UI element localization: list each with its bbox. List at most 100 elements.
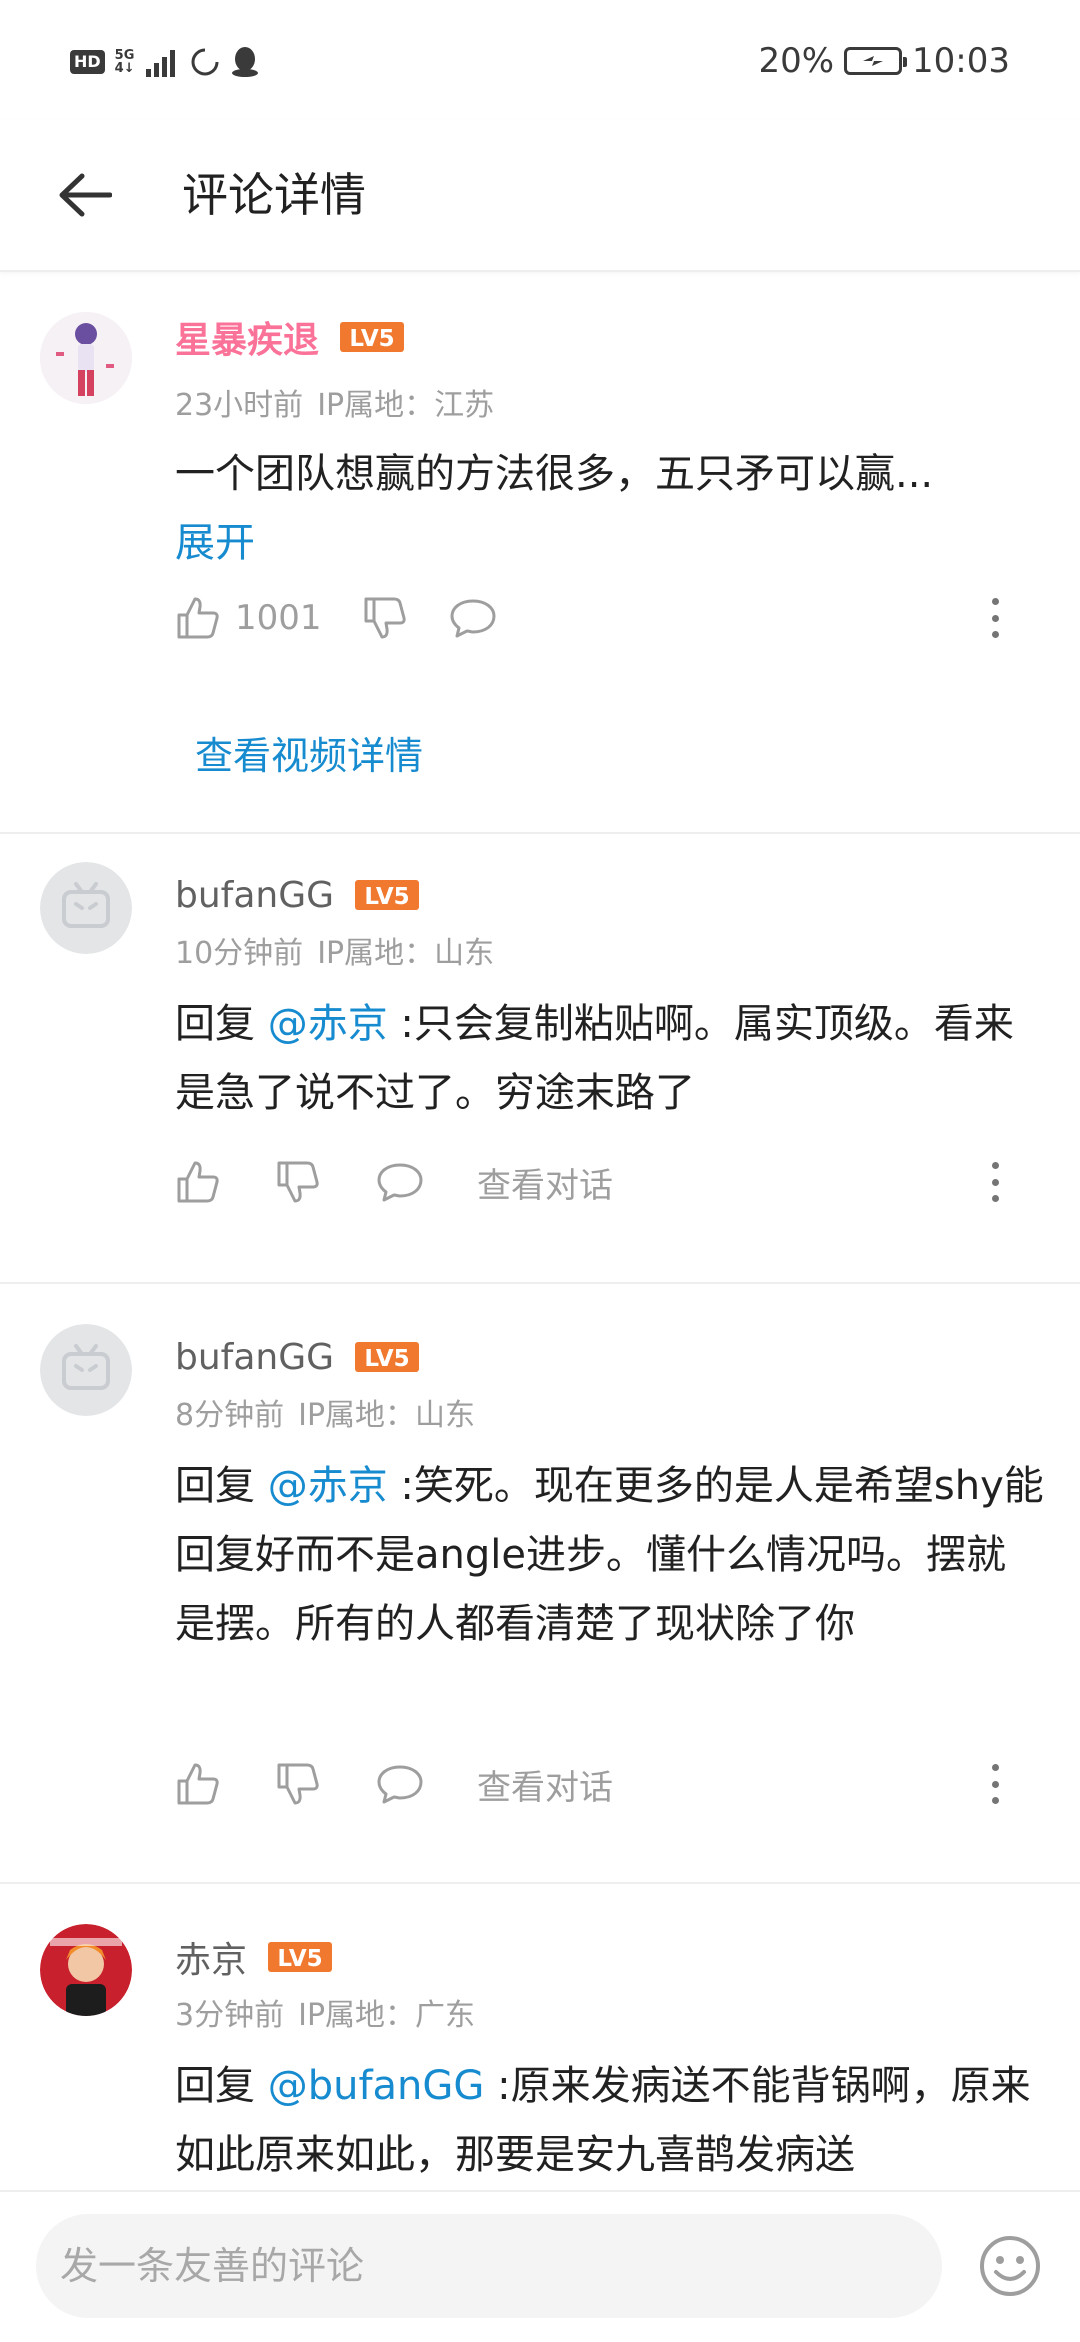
battery-percent: 20%: [758, 41, 835, 81]
page-title: 评论详情: [182, 168, 366, 222]
comment-text: 一个团队想赢的方法很多，五只矛可以赢...: [175, 451, 934, 497]
thumb-up-icon: [177, 597, 219, 639]
reply-button[interactable]: [448, 595, 498, 641]
reply-comment: bufanGG LV5 8分钟前 IP属地：山东 回复 @赤京 :笑死。现在更多…: [0, 1324, 1080, 1864]
username[interactable]: bufanGG: [175, 1337, 334, 1378]
mention-link[interactable]: @赤京: [268, 1463, 388, 1509]
username-row: bufanGG LV5: [175, 1332, 420, 1382]
comment-time: 10分钟前: [175, 936, 304, 971]
reply-button[interactable]: [375, 1761, 425, 1807]
qq-icon: [231, 47, 258, 77]
emoji-icon[interactable]: [978, 2234, 1042, 2298]
dislike-button[interactable]: [275, 1761, 321, 1807]
ip-location: IP属地：山东: [298, 1398, 476, 1433]
dislike-button[interactable]: [362, 595, 408, 641]
reply-comment: 赤京 LV5 3分钟前 IP属地：广东 回复 @bufanGG :原来发病送不能…: [0, 1924, 1080, 2190]
back-button[interactable]: [50, 160, 120, 230]
comment-meta: 3分钟前 IP属地：广东: [175, 1990, 475, 2034]
status-icons-left: HD 5G 4↓: [70, 42, 259, 82]
reply-bubble-icon: [450, 599, 496, 638]
username[interactable]: 赤京: [175, 1931, 247, 1983]
reply-button[interactable]: [375, 1159, 425, 1205]
comment-meta: 23小时前 IP属地：江苏: [175, 380, 494, 424]
divider: [0, 1282, 1080, 1284]
comment-time: 8分钟前: [175, 1398, 285, 1433]
thumb-up-icon: [177, 1763, 219, 1805]
ip-location: IP属地：江苏: [317, 388, 495, 423]
comment-time: 23小时前: [175, 388, 304, 423]
thumb-down-icon: [277, 1763, 319, 1805]
main-comment: 星暴疾退 LV5 23小时前 IP属地：江苏 一个团队想赢的方法很多，五只矛可以…: [0, 300, 1080, 820]
like-button[interactable]: 1001: [175, 595, 322, 641]
comment-input[interactable]: [36, 2214, 942, 2318]
level-badge-icon: LV5: [268, 1942, 333, 1972]
thumb-down-icon: [364, 597, 406, 639]
status-icons-right: 20% 10:03: [758, 38, 1010, 84]
more-vertical-icon[interactable]: [985, 1162, 1005, 1202]
divider: [0, 832, 1080, 834]
view-conversation-link[interactable]: 查看对话: [477, 1158, 613, 1207]
level-badge-label: LV5: [277, 1946, 322, 1972]
reply-prefix: 回复: [175, 2063, 268, 2109]
comment-actions: 查看对话: [175, 1152, 1005, 1212]
comment-content: 回复 @赤京 :只会复制粘贴啊。属实顶级。看来是急了说不过了。穷途末路了: [175, 990, 1045, 1128]
comment-actions: 查看对话: [175, 1754, 1005, 1814]
username-row: 赤京 LV5: [175, 1932, 333, 1982]
thumb-down-icon: [277, 1161, 319, 1203]
default-avatar-icon: [40, 1324, 132, 1416]
clock: 10:03: [912, 41, 1010, 81]
mention-link[interactable]: @赤京: [268, 1001, 388, 1047]
network-data-label: 4↓: [114, 61, 135, 76]
username-row: 星暴疾退 LV5: [175, 312, 405, 362]
avatar[interactable]: [40, 1324, 132, 1416]
level-badge-label: LV5: [364, 1346, 409, 1372]
comment-meta: 10分钟前 IP属地：山东: [175, 928, 494, 972]
avatar-image: [40, 312, 132, 404]
back-arrow-icon: [59, 173, 112, 217]
username[interactable]: 星暴疾退: [175, 311, 319, 363]
avatar[interactable]: [40, 1924, 132, 2016]
like-button[interactable]: [175, 1761, 221, 1807]
dislike-button[interactable]: [275, 1159, 321, 1205]
thumb-up-icon: [177, 1161, 219, 1203]
like-count: 1001: [235, 598, 322, 638]
like-button[interactable]: [175, 1159, 221, 1205]
comment-meta: 8分钟前 IP属地：山东: [175, 1390, 475, 1434]
divider: [0, 1882, 1080, 1884]
comment-content: 一个团队想赢的方法很多，五只矛可以赢... 展开: [175, 440, 1045, 578]
status-bar: HD 5G 4↓ 20% 10:03: [0, 0, 1080, 120]
mention-link[interactable]: @bufanGG: [268, 2063, 485, 2109]
comment-content: 回复 @bufanGG :原来发病送不能背锅啊，原来如此原来如此，那要是安九喜鹊…: [175, 2052, 1045, 2190]
page-header: 评论详情: [0, 120, 1080, 272]
username[interactable]: bufanGG: [175, 875, 334, 916]
more-vertical-icon[interactable]: [985, 1764, 1005, 1804]
signal-icon: [145, 50, 175, 77]
comment-content: 回复 @赤京 :笑死。现在更多的是人是希望shy能回复好而不是angle进步。懂…: [175, 1452, 1045, 1659]
reply-bubble-icon: [377, 1163, 423, 1202]
level-badge-icon: LV5: [340, 322, 405, 352]
hd-icon: HD: [70, 50, 105, 74]
reply-bubble-icon: [377, 1765, 423, 1804]
comment-time: 3分钟前: [175, 1998, 285, 2033]
avatar[interactable]: [40, 862, 132, 954]
level-badge-label: LV5: [364, 884, 409, 910]
sync-icon: [191, 48, 219, 76]
view-conversation-link[interactable]: 查看对话: [477, 1760, 613, 1809]
battery-charging-icon: [844, 47, 908, 75]
default-avatar-icon: [40, 862, 132, 954]
reply-prefix: 回复: [175, 1463, 268, 1509]
comment-compose-bar: [0, 2190, 1080, 2342]
more-vertical-icon[interactable]: [985, 598, 1005, 638]
username-row: bufanGG LV5: [175, 870, 420, 920]
ip-location: IP属地：山东: [317, 936, 495, 971]
level-badge-icon: LV5: [355, 1342, 420, 1372]
view-video-link[interactable]: 查看视频详情: [195, 725, 423, 780]
avatar[interactable]: [40, 312, 132, 404]
network-type-icon: 5G 4↓: [115, 49, 135, 75]
level-badge-label: LV5: [349, 326, 394, 352]
level-badge-icon: LV5: [355, 880, 420, 910]
ip-location: IP属地：广东: [298, 1998, 476, 2033]
comment-actions: 1001: [175, 588, 1005, 648]
expand-link[interactable]: 展开: [175, 520, 255, 566]
avatar-image: [40, 1924, 132, 2016]
